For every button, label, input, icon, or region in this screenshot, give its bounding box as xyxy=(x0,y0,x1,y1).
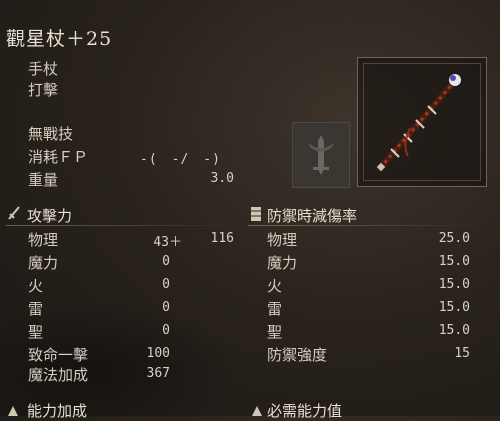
weapon-type: 手杖 xyxy=(28,60,59,78)
attack-label-sorcery-scaling: 魔法加成 xyxy=(28,366,89,384)
weight-label: 重量 xyxy=(28,171,59,189)
attack-label-holy: 聖 xyxy=(28,323,44,341)
defense-value-fire: 15.0 xyxy=(438,277,470,292)
damage-type: 打擊 xyxy=(28,81,59,99)
defense-label-holy: 聖 xyxy=(267,323,283,341)
fp-value: -( -/ -) xyxy=(140,152,221,167)
ash-of-war-slot[interactable] xyxy=(292,122,350,188)
defense-label-guard-boost: 防禦強度 xyxy=(267,346,328,364)
weight-value: 3.0 xyxy=(210,171,234,186)
attack-base-magic: 0 xyxy=(162,254,170,269)
requirement-icon xyxy=(252,406,262,416)
attribute-requirement-header: 必需能力值 xyxy=(267,402,343,420)
defense-label-magic: 魔力 xyxy=(267,254,298,272)
weapon-image-frame xyxy=(357,57,487,187)
sword-emblem-icon xyxy=(308,135,334,175)
defense-value-physical: 25.0 xyxy=(438,231,470,246)
scaling-icon xyxy=(8,406,18,416)
shield-icon xyxy=(251,207,261,221)
defense-header: 防禦時減傷率 xyxy=(267,207,358,225)
attack-label-critical: 致命一擊 xyxy=(28,346,89,364)
fp-label: 消耗ＦＰ xyxy=(28,148,89,166)
defense-value-holy: 15.0 xyxy=(438,323,470,338)
attack-base-sorcery-scaling: 367 xyxy=(146,366,170,381)
attack-label-magic: 魔力 xyxy=(28,254,59,272)
attack-header: 攻擊力 xyxy=(27,207,73,225)
attack-base-fire: 0 xyxy=(162,277,170,292)
defense-value-magic: 15.0 xyxy=(438,254,470,269)
attack-base-critical: 100 xyxy=(146,346,170,361)
defense-label-lightning: 雷 xyxy=(267,300,283,318)
defense-label-fire: 火 xyxy=(267,277,283,295)
sword-icon xyxy=(8,206,20,220)
attack-label-lightning: 雷 xyxy=(28,300,44,318)
attack-base-physical: 43＋ xyxy=(153,235,182,250)
skill-name: 無戰技 xyxy=(28,125,74,143)
attack-total-physical: 116 xyxy=(210,231,234,246)
defense-value-guard-boost: 15 xyxy=(454,346,470,361)
defense-value-lightning: 15.0 xyxy=(438,300,470,315)
weapon-name: 觀星杖＋25 xyxy=(6,28,113,50)
attribute-scaling-header: 能力加成 xyxy=(27,402,88,420)
attack-label-fire: 火 xyxy=(28,277,44,295)
attack-label-physical: 物理 xyxy=(28,231,59,249)
staff-icon xyxy=(376,74,461,172)
attack-base-holy: 0 xyxy=(162,323,170,338)
attack-base-lightning: 0 xyxy=(162,300,170,315)
defense-label-physical: 物理 xyxy=(267,231,298,249)
